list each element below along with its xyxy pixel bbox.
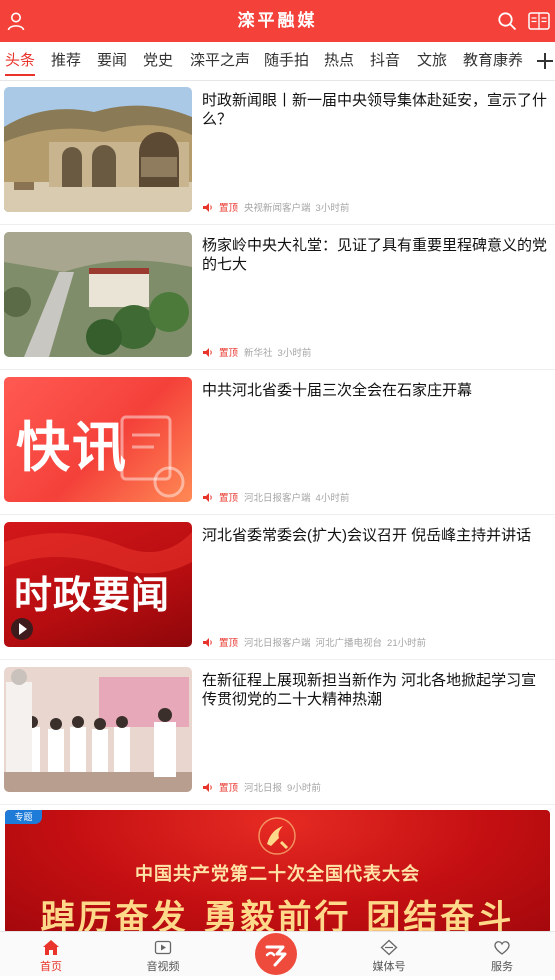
special-topic-tag: 专题 [5, 810, 42, 824]
news-item[interactable]: 时政要闻 河北省委常委会(扩大)会议召开 倪岳峰主持并讲话 置顶 河北日报客户端… [0, 515, 555, 660]
tab-headlines[interactable]: 头条 [5, 42, 36, 80]
article-time: 3小时前 [315, 203, 350, 214]
tab-party-history[interactable]: 党史 [143, 42, 173, 80]
article-headline: 杨家岭中央大礼堂：见证了具有重要里程碑意义的党的七大 [202, 237, 548, 273]
pinned-label: 置顶 [219, 493, 239, 504]
article-source-secondary: 河北广播电视台 [315, 638, 383, 649]
article-headline: 在新征程上展现新担当新作为 河北各地掀起学习宣传贯彻党的二十大精神热潮 [202, 672, 537, 708]
article-source: 新华社 [244, 348, 273, 359]
speaker-icon[interactable] [203, 492, 213, 502]
article-headline: 中共河北省委十届三次全会在石家庄开幕 [202, 382, 473, 399]
article-meta: 置顶 央视新闻客户端 3小时前 [203, 200, 349, 214]
article-source: 央视新闻客户端 [244, 203, 311, 214]
nav-service[interactable]: 服务 [467, 932, 537, 976]
speaker-icon[interactable] [203, 637, 213, 647]
article-source: 河北日报客户端 [244, 493, 311, 504]
newspaper-icon[interactable] [528, 11, 550, 31]
diamond-icon [380, 939, 398, 956]
article-headline: 时政新闻眼丨新一届中央领导集体赴延安，宣示了什么？ [202, 92, 548, 128]
article-time: 4小时前 [315, 493, 350, 504]
tab-douyin[interactable]: 抖音 [370, 42, 400, 80]
divider [0, 804, 555, 805]
article-thumbnail [4, 667, 192, 792]
video-icon [154, 940, 172, 955]
search-icon[interactable] [497, 11, 517, 31]
news-item[interactable]: 时政新闻眼丨新一届中央领导集体赴延安，宣示了什么？ 置顶 央视新闻客户端 3小时… [0, 80, 555, 225]
pinned-label: 置顶 [219, 348, 239, 359]
article-source: 河北日报 [244, 783, 283, 794]
article-source: 河北日报客户端 [244, 638, 311, 649]
nav-service-label: 服务 [491, 961, 513, 973]
news-item[interactable]: 杨家岭中央大礼堂：见证了具有重要里程碑意义的党的七大 置顶 新华社 3小时前 [0, 225, 555, 370]
heart-icon [494, 941, 510, 955]
news-item[interactable]: 快讯 中共河北省委十届三次全会在石家庄开幕 置顶 河北日报客户端 4小时前 [0, 370, 555, 515]
article-thumbnail [4, 232, 192, 357]
speaker-icon[interactable] [203, 202, 213, 212]
tab-recommend[interactable]: 推荐 [51, 42, 81, 80]
nav-home-label: 首页 [40, 961, 62, 973]
article-time: 21小时前 [387, 638, 427, 649]
article-meta: 置顶 新华社 3小时前 [203, 345, 311, 359]
app-logo-icon [265, 945, 287, 967]
article-thumbnail [4, 87, 192, 212]
speaker-icon[interactable] [203, 782, 213, 792]
tab-news[interactable]: 要闻 [97, 42, 127, 80]
nav-video[interactable]: 音视频 [128, 932, 198, 976]
nav-media-label: 媒体号 [372, 961, 406, 973]
article-meta: 置顶 河北日报 9小时前 [203, 780, 321, 794]
article-headline: 河北省委常委会(扩大)会议召开 倪岳峰主持并讲话 [202, 527, 532, 544]
party-emblem-icon [258, 817, 296, 855]
banner-slogan: 踔厉奋发 勇毅前行 团结奋斗 [40, 898, 515, 934]
speaker-icon[interactable] [203, 347, 213, 357]
nav-home[interactable]: 首页 [16, 932, 86, 976]
thumbnail-text: 时政要闻 [14, 575, 171, 617]
tab-snapshots[interactable]: 随手拍 [264, 42, 309, 80]
article-thumbnail: 时政要闻 [4, 522, 192, 647]
app-title: 滦平融媒 [237, 11, 318, 31]
tab-education-health[interactable]: 教育康养 [463, 42, 523, 80]
top-app-bar: 滦平融媒 [0, 0, 555, 42]
banner-title: 中国共产党第二十次全国代表大会 [135, 864, 420, 884]
tab-hot[interactable]: 热点 [324, 42, 354, 80]
article-meta: 置顶 河北日报客户端 河北广播电视台 21小时前 [203, 635, 426, 649]
special-topic-banner[interactable]: 专题 中国共产党第二十次全国代表大会 踔厉奋发 勇毅前行 团结奋斗 [5, 810, 550, 934]
thumbnail-text: 快讯 [16, 418, 128, 478]
home-icon [43, 940, 59, 955]
center-action-button[interactable] [255, 933, 297, 975]
nav-video-label: 音视频 [146, 961, 180, 973]
channel-tabs: 头条 推荐 要闻 党史 滦平之声 随手拍 热点 抖音 文旅 教育康养 [0, 42, 555, 81]
add-channel-icon[interactable] [536, 52, 554, 70]
news-item[interactable]: 在新征程上展现新担当新作为 河北各地掀起学习宣传贯彻党的二十大精神热潮 置顶 河… [0, 660, 555, 805]
pinned-label: 置顶 [219, 203, 239, 214]
article-time: 9小时前 [287, 783, 321, 794]
pinned-label: 置顶 [219, 638, 239, 649]
pinned-label: 置顶 [219, 783, 239, 794]
article-meta: 置顶 河北日报客户端 4小时前 [203, 490, 349, 504]
tab-luanping-voice[interactable]: 滦平之声 [190, 42, 250, 80]
article-thumbnail: 快讯 [4, 377, 192, 502]
article-time: 3小时前 [277, 348, 312, 359]
tab-culture-tourism[interactable]: 文旅 [417, 42, 447, 80]
nav-media[interactable]: 媒体号 [354, 932, 424, 976]
